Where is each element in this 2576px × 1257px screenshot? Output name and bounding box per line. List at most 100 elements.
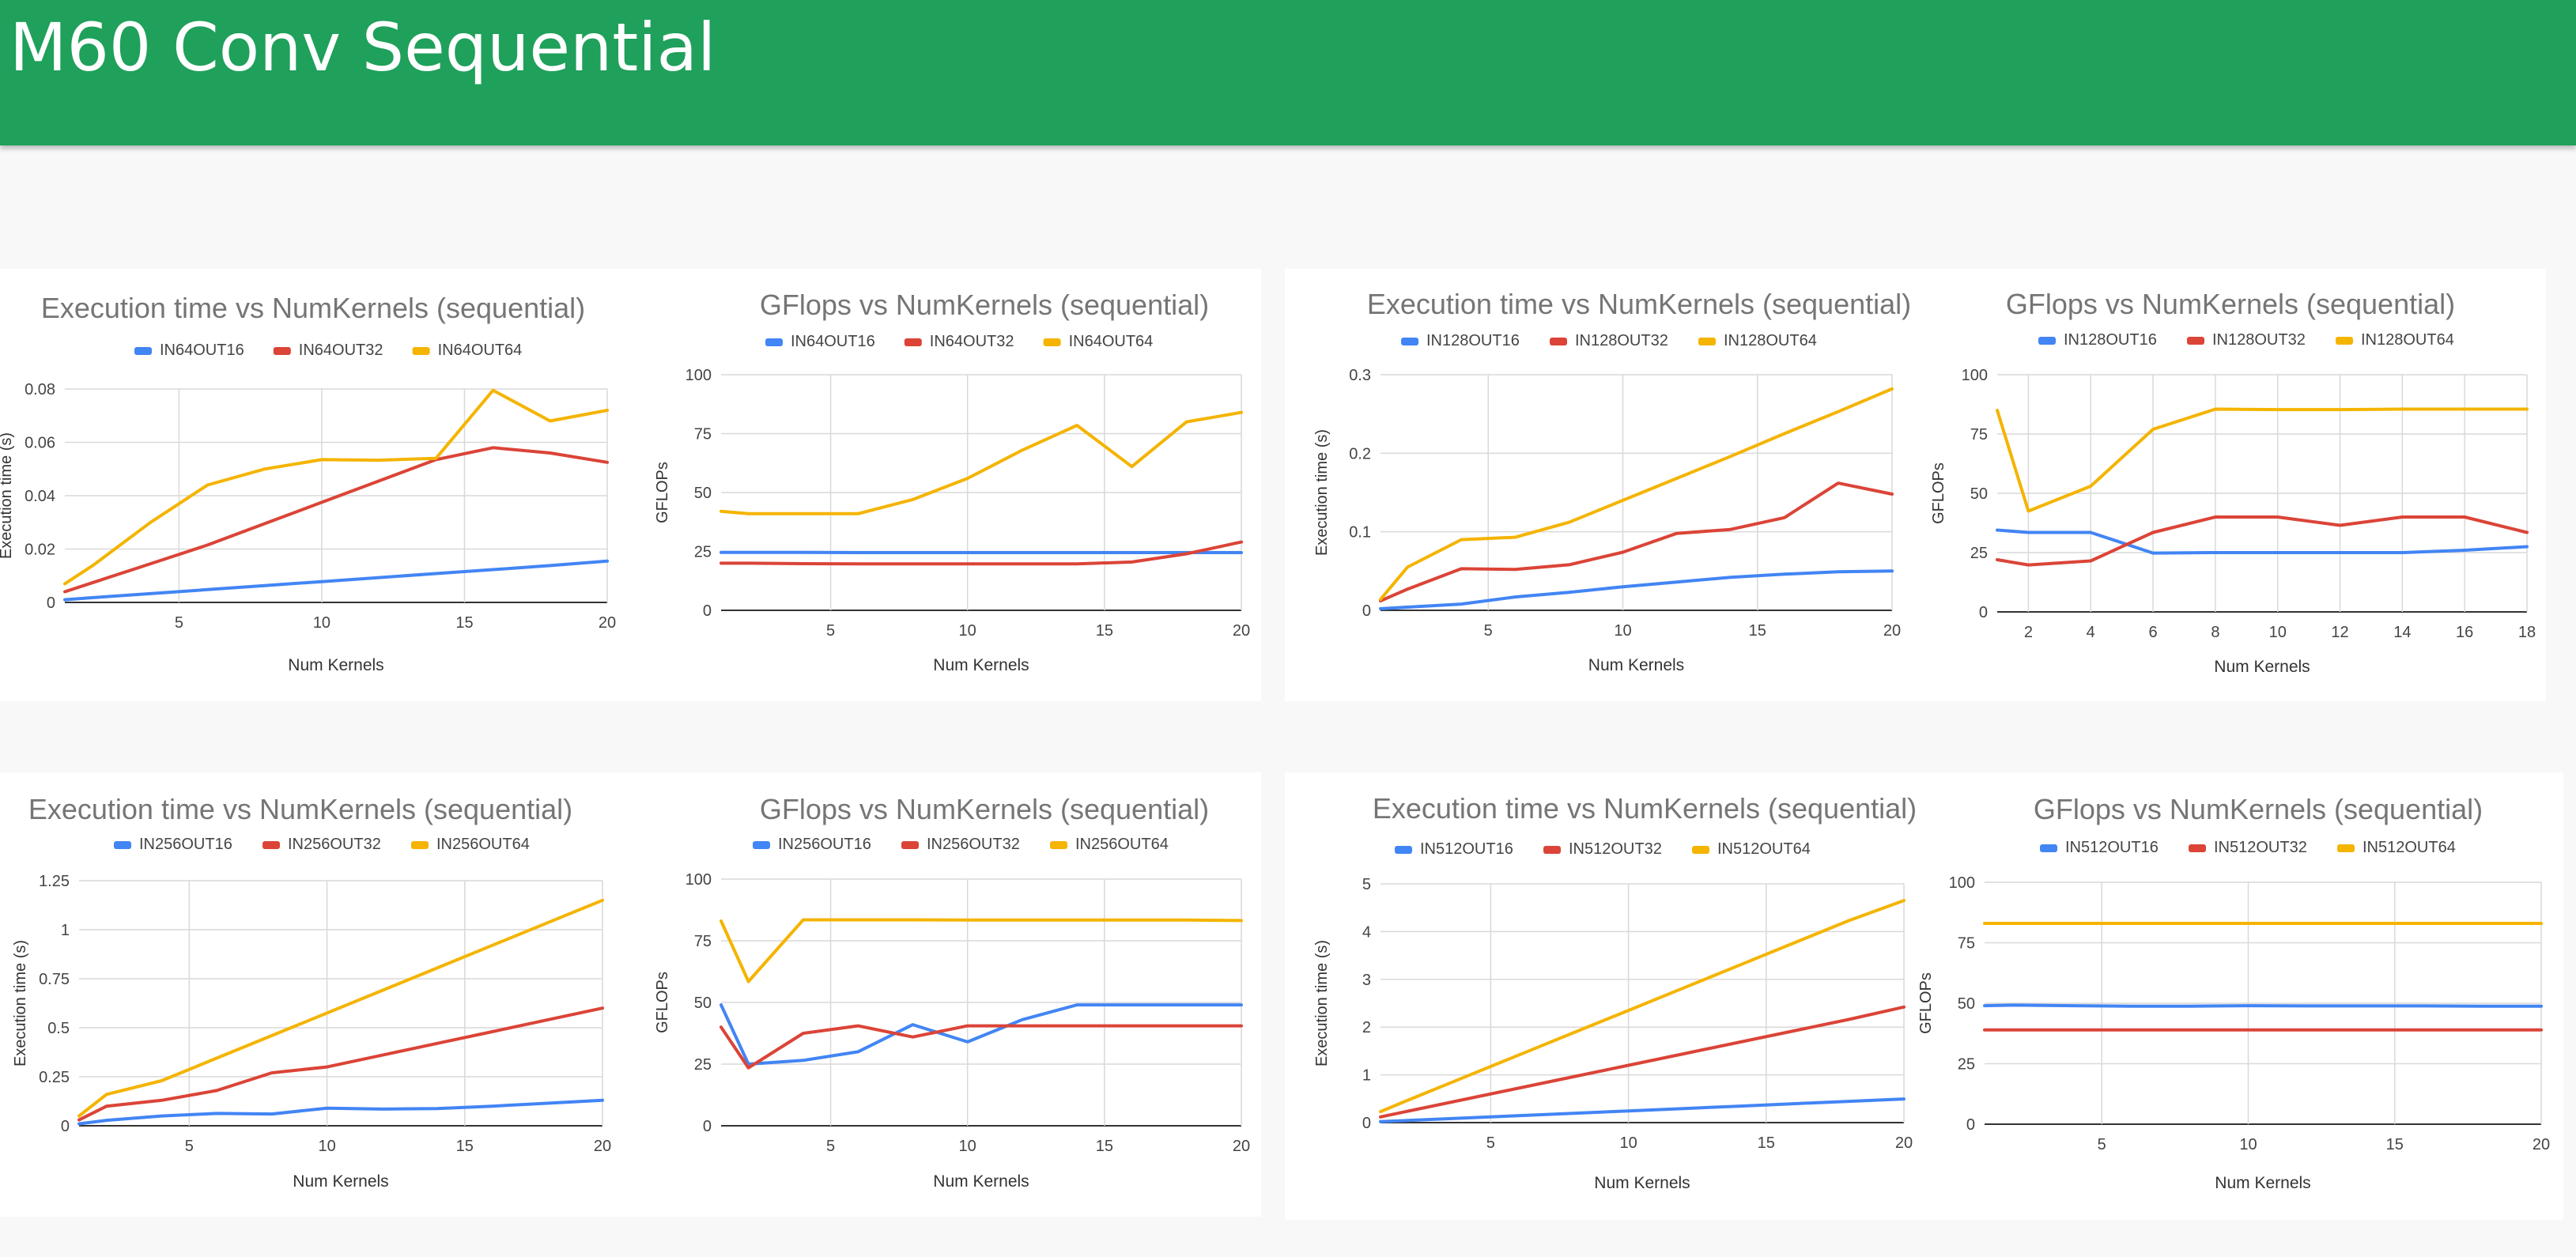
legend-label: IN64OUT64: [1069, 333, 1154, 350]
y-tick-label: 75: [694, 426, 712, 444]
chart-title: GFlops vs NumKernels (sequential): [2034, 793, 2483, 825]
series-line-in64out64: [720, 410, 1243, 515]
legend-swatch: [412, 347, 430, 355]
chart-title: Execution time vs NumKernels (sequential…: [1367, 288, 1911, 320]
legend-swatch: [765, 338, 783, 346]
chart-title: Execution time vs NumKernels (sequential…: [28, 793, 572, 825]
legend-label: IN128OUT16: [2064, 331, 2157, 349]
legend-label: IN512OUT16: [1420, 840, 1513, 858]
y-tick-label: 0.5: [47, 1020, 70, 1037]
legend-swatch: [1050, 841, 1067, 849]
legend-swatch: [1543, 846, 1561, 854]
x-axis-label: Num Kernels: [288, 656, 383, 674]
x-tick-label: 20: [1233, 1138, 1250, 1155]
y-tick-label: 100: [1962, 367, 1988, 384]
y-tick-label: 100: [686, 871, 712, 889]
x-tick-label: 10: [1614, 622, 1631, 640]
series-line-in512out16: [1983, 1003, 2543, 1008]
x-tick-label: 6: [2148, 624, 2157, 641]
y-tick-label: 50: [1970, 485, 1988, 503]
x-axis-label: Num Kernels: [2215, 1174, 2310, 1192]
series-line-in128out16: [1996, 528, 2529, 555]
y-tick-label: 50: [694, 995, 712, 1012]
x-tick-label: 20: [1233, 622, 1250, 640]
series-line-in128out64: [1996, 407, 2529, 513]
x-tick-label: 12: [2331, 624, 2348, 641]
x-tick-label: 20: [599, 614, 616, 632]
x-tick-label: 10: [1619, 1134, 1637, 1152]
y-tick-label: 0: [1362, 1115, 1371, 1132]
y-tick-label: 0: [1979, 604, 1988, 621]
series-line-in512out32: [1379, 1005, 1906, 1119]
y-tick-label: 0.08: [25, 381, 55, 398]
y-tick-label: 50: [1958, 995, 1975, 1013]
y-tick-label: 4: [1362, 923, 1371, 941]
legend-label: IN128OUT64: [1724, 332, 1817, 349]
y-axis-label: Execution time (s): [12, 940, 29, 1066]
legend-swatch: [1395, 846, 1412, 854]
legend-label: IN256OUT32: [288, 836, 381, 853]
legend-swatch: [263, 841, 280, 849]
series-line-in64out64: [63, 388, 609, 586]
x-tick-label: 8: [2211, 624, 2219, 641]
x-tick-label: 15: [1096, 1138, 1113, 1155]
x-tick-label: 10: [2269, 624, 2287, 641]
x-tick-label: 18: [2518, 624, 2536, 641]
y-tick-label: 25: [1970, 545, 1988, 562]
x-tick-label: 5: [826, 1138, 835, 1155]
y-tick-label: 0: [703, 602, 712, 620]
legend-label: IN512OUT16: [2065, 839, 2159, 856]
y-tick-label: 25: [694, 544, 712, 561]
x-tick-label: 15: [456, 1138, 474, 1155]
legend-swatch: [2038, 337, 2056, 345]
legend-swatch: [1550, 338, 1567, 345]
legend-label: IN64OUT16: [160, 342, 244, 359]
legend-swatch: [2187, 337, 2204, 345]
legend-swatch: [134, 347, 152, 355]
x-tick-label: 15: [2386, 1136, 2404, 1153]
y-tick-label: 25: [1958, 1056, 1975, 1074]
y-tick-label: 0.3: [1349, 367, 1371, 384]
legend-swatch: [753, 841, 770, 849]
y-axis-label: GFLOPs: [654, 972, 671, 1033]
legend-label: IN512OUT32: [1569, 840, 1662, 858]
x-tick-label: 15: [1096, 622, 1113, 640]
legend-swatch: [1698, 338, 1716, 345]
legend-label: IN256OUT16: [139, 836, 232, 853]
x-tick-label: 10: [318, 1138, 335, 1155]
x-tick-label: 4: [2087, 624, 2095, 641]
x-tick-label: 5: [2098, 1136, 2106, 1153]
chart-title: GFlops vs NumKernels (sequential): [760, 793, 1209, 825]
legend-label: IN64OUT32: [299, 342, 383, 359]
x-tick-label: 5: [1484, 622, 1493, 640]
x-tick-label: 5: [826, 622, 835, 640]
chart-title: GFlops vs NumKernels (sequential): [2006, 288, 2455, 320]
y-tick-label: 100: [686, 367, 712, 384]
x-tick-label: 15: [1758, 1134, 1775, 1152]
x-tick-label: 5: [175, 614, 183, 632]
x-tick-label: 5: [185, 1138, 194, 1155]
x-tick-label: 10: [313, 614, 330, 632]
legend-swatch: [904, 338, 922, 346]
legend-label: IN128OUT32: [2212, 331, 2306, 349]
y-tick-label: 75: [1958, 935, 1975, 953]
legend-label: IN64OUT64: [438, 342, 523, 359]
legend-swatch: [2337, 844, 2355, 852]
series-line-in64out16: [63, 559, 609, 602]
y-axis-label: Execution time (s): [0, 432, 15, 559]
y-axis-label: GFLOPs: [654, 462, 671, 523]
legend-swatch: [411, 841, 429, 849]
legend-label: IN256OUT32: [927, 836, 1020, 853]
y-tick-label: 75: [1970, 426, 1988, 444]
y-tick-label: 75: [694, 933, 712, 950]
legend-label: IN512OUT64: [1717, 840, 1811, 858]
legend-swatch: [273, 347, 291, 355]
x-tick-label: 20: [1895, 1134, 1913, 1152]
x-axis-label: Num Kernels: [933, 1172, 1029, 1191]
y-tick-label: 50: [694, 485, 712, 502]
y-axis-label: Execution time (s): [1313, 940, 1331, 1066]
x-tick-label: 16: [2456, 624, 2473, 641]
legend-label: IN128OUT64: [2361, 331, 2454, 349]
y-tick-label: 2: [1362, 1019, 1371, 1036]
x-axis-label: Num Kernels: [1594, 1174, 1690, 1192]
